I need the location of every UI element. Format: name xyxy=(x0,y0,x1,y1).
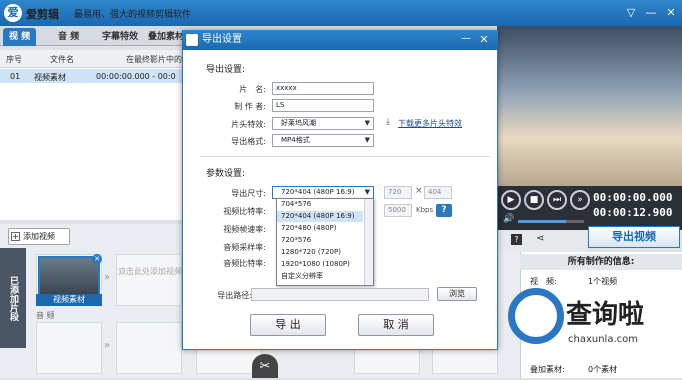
name-label: 片 名: xyxy=(239,85,266,94)
col-header-num: 序号 xyxy=(6,55,22,64)
producer-label: 制 作 者: xyxy=(234,102,266,111)
menu-icon[interactable]: ▽ xyxy=(622,5,640,21)
share-icon[interactable]: ⋖ xyxy=(536,233,544,244)
next-frame-icon[interactable]: ⏭ xyxy=(547,190,567,210)
dialog-minimize-button[interactable]: — xyxy=(458,33,474,47)
audio-track-label: 音 频 xyxy=(36,311,55,320)
help-icon[interactable]: ? xyxy=(511,234,522,245)
size-option[interactable]: 704*576 xyxy=(277,199,363,210)
tab-subtitle-effects[interactable]: 字幕特效 xyxy=(96,28,144,46)
size-label: 导出尺寸: xyxy=(231,189,266,198)
format-value: MP4格式 xyxy=(281,136,310,144)
chevron-down-icon: ▼ xyxy=(364,119,370,127)
download-icon: ⤓ xyxy=(386,117,390,127)
volume-level xyxy=(518,220,566,223)
clip-slot-empty[interactable] xyxy=(116,254,182,306)
name-field[interactable]: xxxxx xyxy=(272,82,374,95)
video-bitrate-field[interactable]: 5000 xyxy=(384,204,412,217)
path-field[interactable] xyxy=(251,288,429,301)
fast-forward-icon[interactable]: » xyxy=(570,190,590,210)
export-video-button[interactable]: 导出视频 xyxy=(588,226,680,248)
export-settings-heading: 导出设置: xyxy=(206,65,246,75)
clip-label: 视频素材 xyxy=(36,294,102,306)
app-logo-icon: 爱 xyxy=(4,4,22,22)
drop-hint: 双击此处添加视频 xyxy=(118,267,182,276)
intro-effect-value: 好莱坞风潮 xyxy=(281,119,316,127)
chevron-down-icon: ▼ xyxy=(364,188,370,196)
frame-rate-label: 视频帧速率: xyxy=(223,225,266,234)
help-button[interactable]: ? xyxy=(436,204,452,217)
current-time: 00:00:00.000 xyxy=(593,191,673,204)
audio-sample-label: 音频采样率: xyxy=(223,243,266,252)
watermark-url: chaxunla.com xyxy=(568,334,638,345)
stop-icon[interactable]: ■ xyxy=(524,190,544,210)
dialog-app-icon xyxy=(186,34,198,46)
app-name: 爱剪辑 xyxy=(26,8,59,21)
intro-effect-select[interactable]: 好莱坞风潮 ▼ xyxy=(272,117,374,130)
col-header-filename: 文件名 xyxy=(50,55,74,64)
dialog-title: 导出设置 xyxy=(182,30,498,50)
height-field[interactable]: 404 xyxy=(424,186,452,199)
app-slogan: 最易用、强大的视频剪辑软件 xyxy=(74,10,192,20)
info-video-value: 1个视频 xyxy=(588,277,618,286)
cancel-button[interactable]: 取 消 xyxy=(358,314,434,336)
producer-field[interactable]: LS xyxy=(272,99,374,112)
row-time: 00:00:00.000 - 00:0 xyxy=(96,72,176,81)
play-icon[interactable]: ▶ xyxy=(501,190,521,210)
info-overlay-label: 叠加素材: xyxy=(530,365,565,374)
download-more-effects-link[interactable]: 下载更多片头特效 xyxy=(398,118,462,129)
size-option[interactable]: 720*480 (480P) xyxy=(277,223,363,234)
row-filename: 视频素材 xyxy=(34,73,66,82)
video-bitrate-label: 视频比特率: xyxy=(223,207,266,216)
audio-slot[interactable] xyxy=(116,322,182,374)
dialog-close-button[interactable]: ✕ xyxy=(476,33,492,47)
width-field[interactable]: 720 xyxy=(384,186,412,199)
export-label: 导出视频 xyxy=(612,230,656,243)
params-heading: 参数设置: xyxy=(206,169,246,179)
clip-thumbnail[interactable] xyxy=(38,256,100,296)
added-clips-tab[interactable]: 已添加片段 xyxy=(0,248,26,348)
add-icon: + xyxy=(11,232,20,241)
remove-clip-icon[interactable]: ✕ xyxy=(92,254,102,264)
format-select[interactable]: MP4格式 ▼ xyxy=(272,134,374,147)
intro-effect-label: 片头特效: xyxy=(231,120,266,129)
tab-video[interactable]: 视 频 xyxy=(3,28,37,46)
size-option-selected[interactable]: 720*404 (480P 16:9) xyxy=(277,211,363,222)
row-num: 01 xyxy=(10,72,21,81)
scissors-icon[interactable]: ✂ xyxy=(252,354,278,378)
times-sign: × xyxy=(415,186,423,196)
arrow-icon: » xyxy=(104,340,111,351)
chevron-down-icon: ▼ xyxy=(364,136,370,144)
size-option[interactable]: 1920*1080 (1080P) xyxy=(277,259,363,270)
total-time: 00:00:12.900 xyxy=(593,206,673,219)
size-option[interactable]: 自定义分辨率 xyxy=(277,271,363,282)
kbps-unit: Kbps xyxy=(416,206,434,214)
watermark-text: 查询啦 xyxy=(566,300,645,330)
dropdown-scrollbar[interactable] xyxy=(364,199,373,285)
path-label: 导出路径: xyxy=(217,291,252,300)
divider xyxy=(200,156,490,157)
size-option[interactable]: 1280*720 (720P) xyxy=(277,247,363,258)
format-label: 导出格式: xyxy=(231,137,266,146)
size-value: 720*404 (480P 16:9) xyxy=(281,188,355,196)
tab-audio[interactable]: 音 频 xyxy=(52,28,85,46)
size-option[interactable]: 720*576 xyxy=(277,235,363,246)
close-button[interactable]: ✕ xyxy=(662,5,680,21)
watermark-logo-icon xyxy=(508,288,564,344)
video-preview xyxy=(497,26,682,186)
browse-button[interactable]: 浏览 xyxy=(437,287,477,301)
info-title: 所有制作的信息: xyxy=(520,254,682,270)
col-header-time: 在最终影片中的时 xyxy=(126,55,182,64)
minimize-button[interactable]: — xyxy=(642,5,660,21)
audio-bitrate-label: 音频比特率: xyxy=(223,259,266,268)
volume-icon[interactable]: 🔊 xyxy=(503,214,514,224)
arrow-icon: » xyxy=(104,272,111,283)
info-overlay-value: 0个素材 xyxy=(588,365,618,374)
info-video-label: 视 频: xyxy=(530,277,557,286)
audio-slot[interactable] xyxy=(36,322,102,374)
export-button[interactable]: 导 出 xyxy=(250,314,326,336)
